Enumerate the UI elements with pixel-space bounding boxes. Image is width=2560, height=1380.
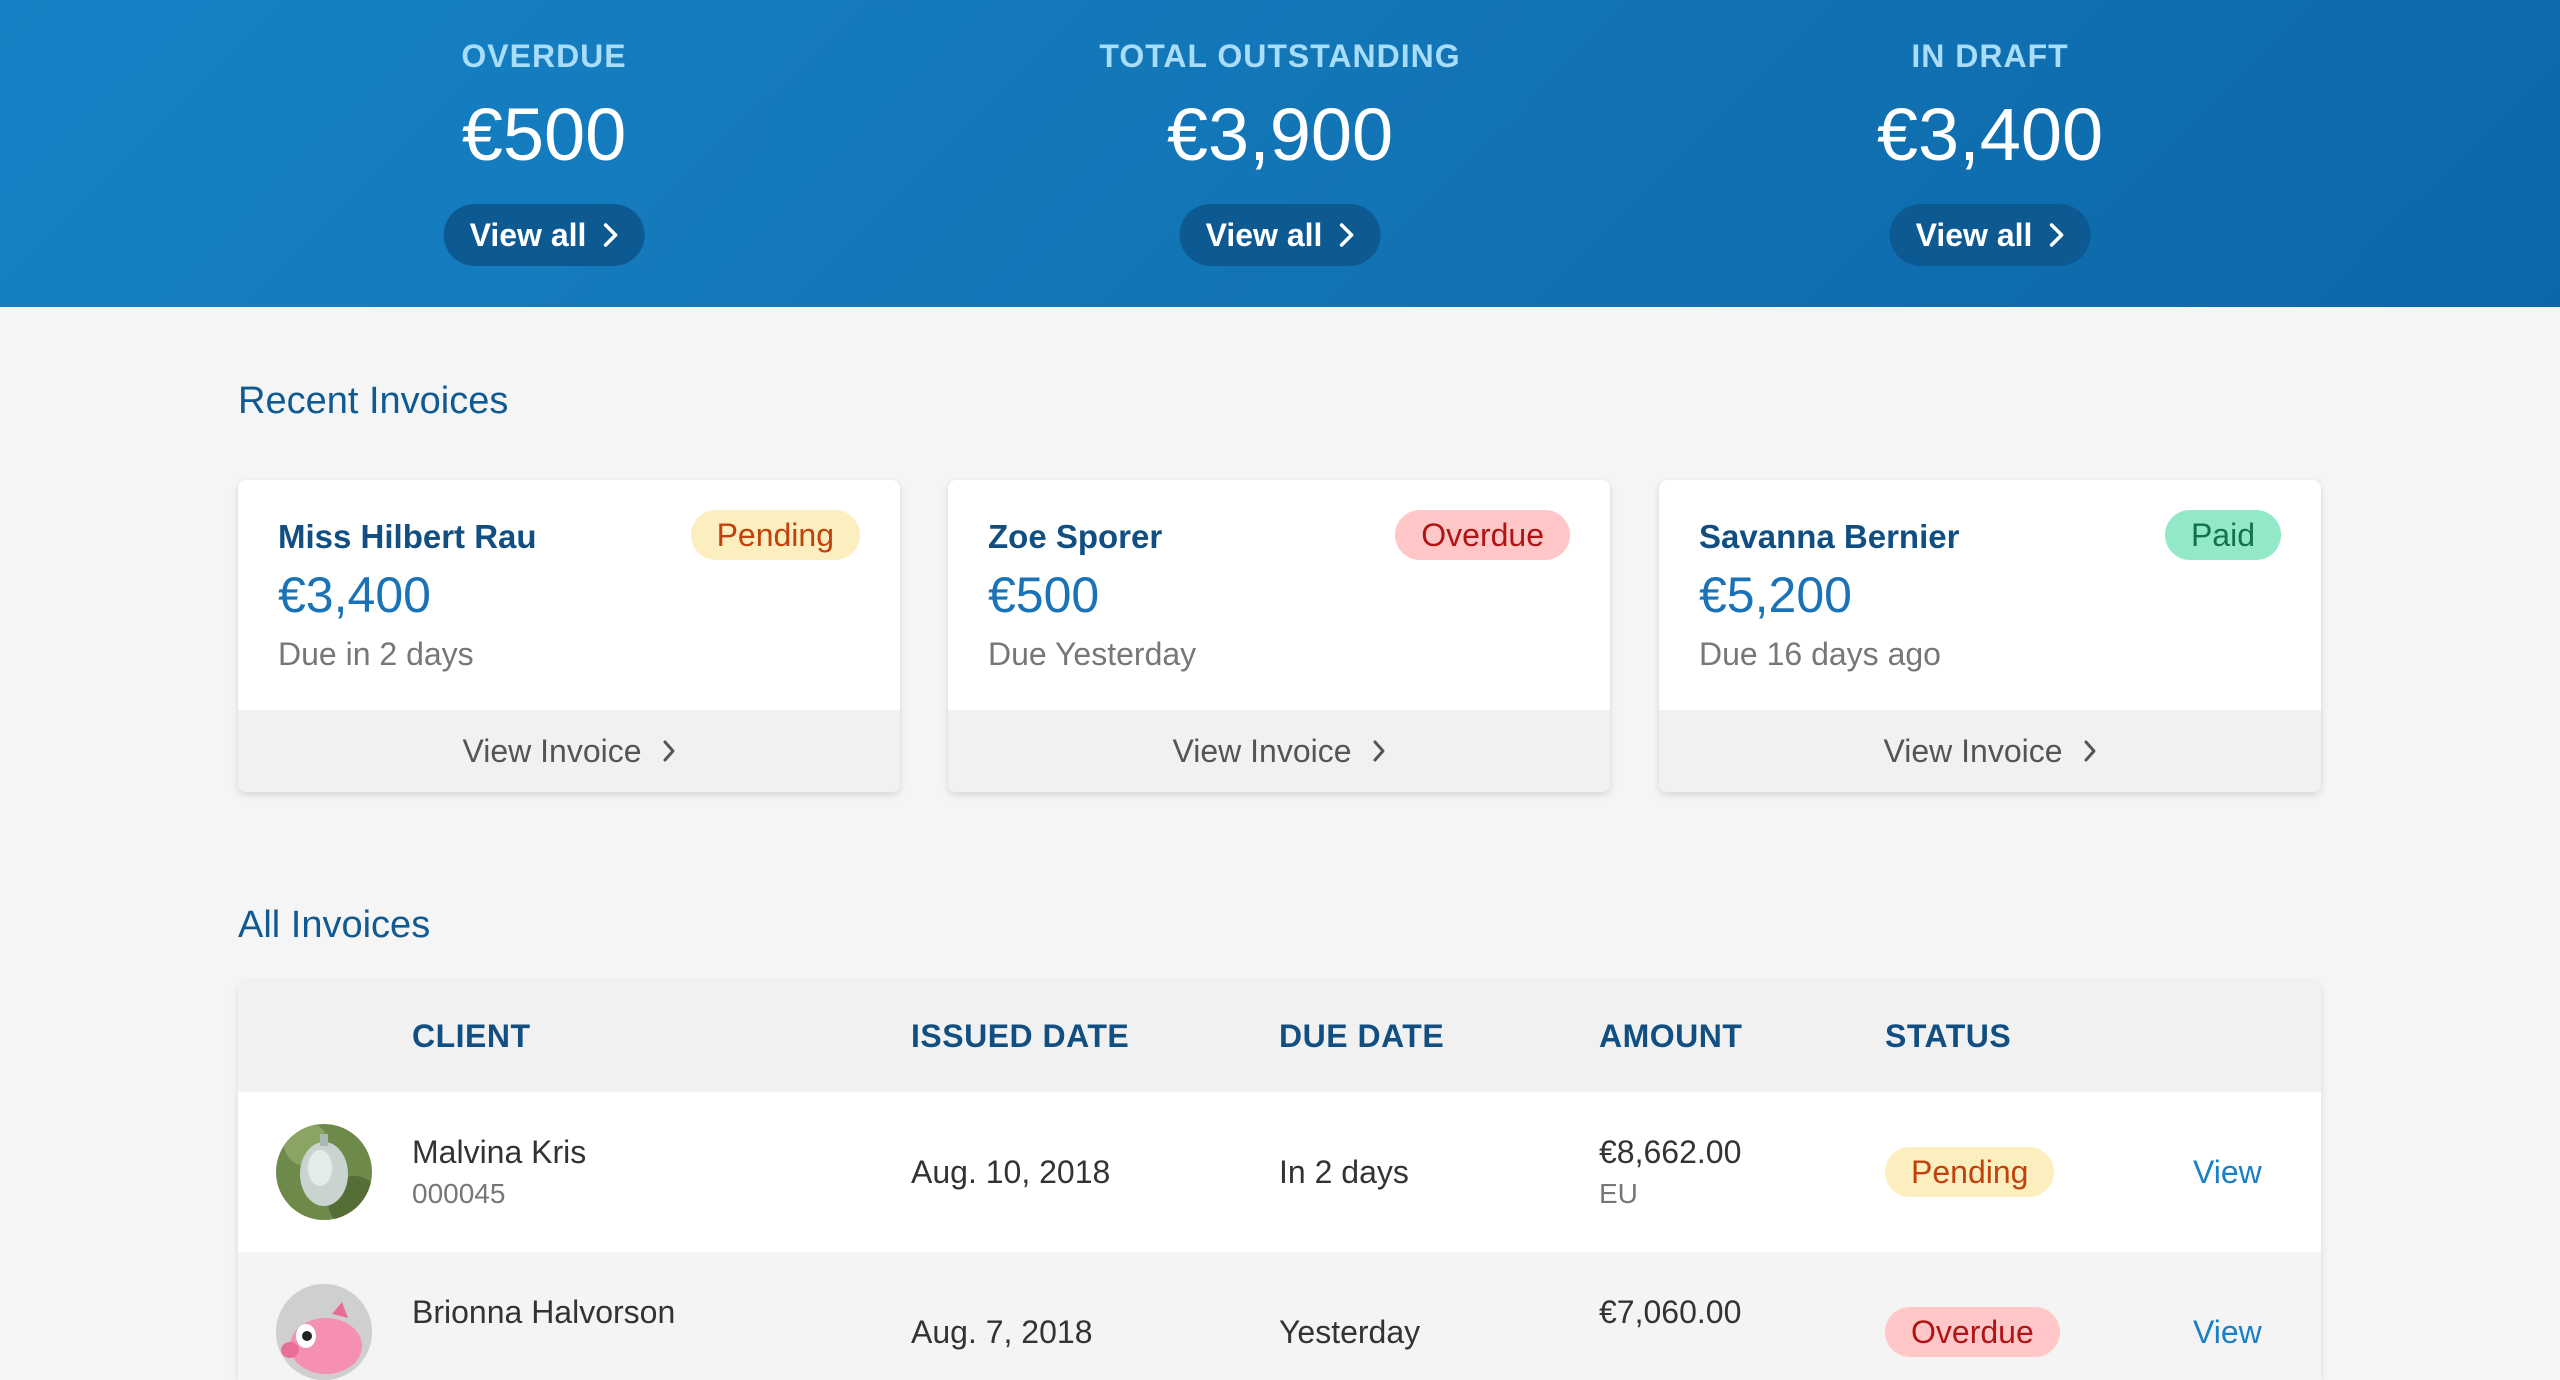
due-date: Yesterday [1279, 1314, 1421, 1350]
overdue-value: €500 [461, 93, 627, 176]
view-all-outstanding-button[interactable]: View all [1179, 204, 1381, 266]
status-badge: Overdue [1395, 510, 1570, 560]
view-all-label: View all [1915, 216, 2033, 253]
recent-invoices-title: Recent Invoices [238, 380, 509, 422]
card-due: Due in 2 days [278, 636, 474, 672]
summary-banner: OVERDUE €500 View all TOTAL OUTSTANDING … [0, 0, 2560, 307]
amount: €7,060.00 [1599, 1294, 1742, 1330]
recent-invoice-card[interactable]: Miss Hilbert Rau Pending €3,400 Due in 2… [238, 480, 900, 792]
overdue-label: OVERDUE [461, 38, 627, 74]
issued-date: Aug. 7, 2018 [911, 1314, 1093, 1350]
avatar [276, 1284, 372, 1380]
column-header-issued-date[interactable]: ISSUED DATE [911, 980, 1129, 1092]
client-name: Malvina Kris [412, 1134, 587, 1170]
card-amount: €5,200 [1699, 567, 1852, 623]
view-invoice-link[interactable]: View [2193, 1314, 2262, 1351]
status-badge: Paid [2164, 510, 2281, 560]
view-invoice-button[interactable]: View Invoice [238, 710, 900, 792]
total-outstanding-value: €3,900 [1166, 93, 1394, 176]
column-header-amount[interactable]: AMOUNT [1599, 980, 1742, 1092]
view-invoice-button[interactable]: View Invoice [1659, 710, 2321, 792]
due-date: In 2 days [1279, 1154, 1409, 1190]
overdue-summary: OVERDUE €500 View all [334, 0, 754, 307]
chevron-right-icon [1338, 222, 1354, 248]
table-row[interactable]: Malvina Kris 000045 Aug. 10, 2018 In 2 d… [238, 1092, 2321, 1252]
issued-date: Aug. 10, 2018 [911, 1154, 1111, 1190]
view-all-overdue-button[interactable]: View all [443, 204, 645, 266]
view-invoice-link[interactable]: View [2193, 1154, 2262, 1191]
total-outstanding-label: TOTAL OUTSTANDING [1099, 38, 1461, 74]
view-all-label: View all [1205, 216, 1323, 253]
view-invoice-label: View Invoice [1883, 732, 2063, 769]
view-invoice-button[interactable]: View Invoice [948, 710, 1610, 792]
card-amount: €3,400 [278, 567, 431, 623]
status-badge: Pending [1885, 1147, 2055, 1197]
chevron-right-icon [662, 739, 676, 763]
recent-invoice-card[interactable]: Savanna Bernier Paid €5,200 Due 16 days … [1659, 480, 2321, 792]
card-client-name: Zoe Sporer [988, 518, 1163, 555]
invoices-table: CLIENT ISSUED DATE DUE DATE AMOUNT STATU… [238, 980, 2321, 1380]
view-all-draft-button[interactable]: View all [1889, 204, 2091, 266]
avatar [276, 1124, 372, 1220]
card-due: Due 16 days ago [1699, 636, 1941, 672]
chevron-right-icon [2048, 222, 2064, 248]
card-client-name: Savanna Bernier [1699, 518, 1960, 555]
column-header-client[interactable]: CLIENT [412, 980, 531, 1092]
view-all-label: View all [469, 216, 587, 253]
chevron-right-icon [2083, 739, 2097, 763]
chevron-right-icon [1372, 739, 1386, 763]
invoice-number: 000045 [412, 1178, 506, 1209]
view-invoice-label: View Invoice [462, 732, 642, 769]
status-badge: Overdue [1885, 1307, 2060, 1357]
in-draft-value: €3,400 [1876, 93, 2104, 176]
card-amount: €500 [988, 567, 1100, 623]
table-row[interactable]: Brionna Halvorson Aug. 7, 2018 Yesterday… [238, 1252, 2321, 1380]
view-invoice-label: View Invoice [1172, 732, 1352, 769]
column-header-due-date[interactable]: DUE DATE [1279, 980, 1444, 1092]
amount: €8,662.00 [1599, 1134, 1742, 1170]
currency: EU [1599, 1178, 1638, 1209]
status-badge: Pending [690, 510, 860, 560]
column-header-status[interactable]: STATUS [1885, 980, 2011, 1092]
table-header: CLIENT ISSUED DATE DUE DATE AMOUNT STATU… [238, 980, 2321, 1092]
in-draft-label: IN DRAFT [1911, 38, 2069, 74]
client-name: Brionna Halvorson [412, 1294, 676, 1330]
recent-invoice-card[interactable]: Zoe Sporer Overdue €500 Due Yesterday Vi… [948, 480, 1610, 792]
card-client-name: Miss Hilbert Rau [278, 518, 537, 555]
all-invoices-title: All Invoices [238, 904, 431, 946]
in-draft-summary: IN DRAFT €3,400 View all [1780, 0, 2200, 307]
chevron-right-icon [602, 222, 618, 248]
total-outstanding-summary: TOTAL OUTSTANDING €3,900 View all [1070, 0, 1490, 307]
card-due: Due Yesterday [988, 636, 1197, 672]
